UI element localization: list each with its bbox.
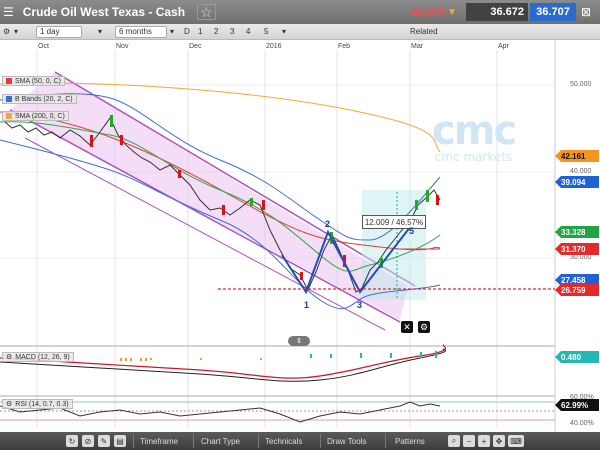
chart-canvas xyxy=(0,40,556,435)
legend-label: SMA (50, 0, C) xyxy=(15,77,61,85)
x-label-feb: Feb xyxy=(338,43,351,50)
separator xyxy=(320,434,321,448)
price-chart[interactable]: Oct Nov Dec 2016 Feb Mar Apr SMA (50, 0,… xyxy=(0,40,600,435)
measure-label[interactable]: 12.009 / 46.57% xyxy=(362,215,426,229)
delete-drawing-icon[interactable]: ✕ xyxy=(401,321,413,333)
price-change: -22.19% xyxy=(408,6,446,18)
interval-select[interactable]: 1 day xyxy=(36,25,82,38)
settings-icon: ⚙ xyxy=(6,401,13,408)
interval-dropdown-icon[interactable]: ▾ xyxy=(98,27,102,36)
keyboard-icon[interactable]: ⌨ xyxy=(508,435,524,447)
zoom-out-icon[interactable]: − xyxy=(463,435,475,447)
legend-bbands[interactable]: B Bands (20, 2, C) xyxy=(2,94,77,104)
legend-label: MACD (12, 26, 9) xyxy=(15,353,70,361)
settings-icon: ⚙ xyxy=(6,354,13,361)
range-4-button[interactable]: 4 xyxy=(246,27,258,36)
close-icon[interactable]: ⊠ xyxy=(581,5,591,19)
range-dropdown-icon[interactable]: ▾ xyxy=(170,27,174,36)
y-label: 30.000 xyxy=(570,254,592,261)
range-select[interactable]: 6 months xyxy=(115,25,167,38)
separator xyxy=(258,434,259,448)
range-5-button[interactable]: 5 xyxy=(264,27,276,36)
zoom-icon[interactable]: ⌕ xyxy=(448,435,460,447)
chevron-down-icon[interactable]: ▾ xyxy=(282,27,286,36)
chart-toolbar: ⚙ ▾ 1 day ▾ 6 months ▾ D 1 2 3 4 5 ▾ Rel… xyxy=(0,24,600,40)
x-label-apr: Apr xyxy=(498,43,509,50)
price-tag-rsi: 62.99% xyxy=(555,399,599,411)
range-1-button[interactable]: 1 xyxy=(198,27,210,36)
rsi-level-40: 40.00% xyxy=(570,420,594,427)
cmc-logo: cmc cmc markets xyxy=(432,108,517,164)
timeframe-button[interactable]: Timeframe xyxy=(140,435,178,447)
x-label-nov: Nov xyxy=(116,43,129,50)
wave-label-2: 2 xyxy=(325,219,331,229)
trend-icon: ▼ xyxy=(447,6,457,18)
swatch-icon xyxy=(6,96,12,102)
title-bar: ☰ Crude Oil West Texas - Cash ☆ -22.19% … xyxy=(0,0,600,24)
favourite-star-icon[interactable]: ☆ xyxy=(197,4,216,20)
price-tag-bb-upper: 39.094 xyxy=(555,176,599,188)
draw-icon[interactable]: ✎ xyxy=(98,435,110,447)
technicals-button[interactable]: Technicals xyxy=(265,435,302,447)
price-tag-bb-mid: 33.328 xyxy=(555,226,599,238)
refresh-icon[interactable]: ↻ xyxy=(66,435,78,447)
legend-label: B Bands (20, 2, C) xyxy=(15,95,73,103)
range-value: 6 months xyxy=(119,26,152,36)
separator xyxy=(193,434,194,448)
wave-label-1: 1 xyxy=(304,300,310,310)
wave-label-3: 3 xyxy=(357,300,363,310)
range-2-button[interactable]: 2 xyxy=(214,27,226,36)
instrument-title: Crude Oil West Texas - Cash xyxy=(22,5,186,19)
y-label: 40.000 xyxy=(570,168,592,175)
legend-label: SMA (200, 0, C) xyxy=(15,112,65,120)
settings-icon[interactable]: ⚙ xyxy=(3,27,10,36)
separator xyxy=(133,434,134,448)
legend-label: RSI (14, 0.7, 0.3) xyxy=(15,400,69,408)
price-tag-support: 26.759 xyxy=(555,284,599,296)
swatch-icon xyxy=(6,78,12,84)
interval-value: 1 day xyxy=(40,26,60,36)
price-tag-sma200: 42.161 xyxy=(555,150,599,162)
panel-resize-handle[interactable]: ⇕ xyxy=(288,336,310,346)
x-label-oct: Oct xyxy=(38,43,49,50)
price-tag-sma50: 31.370 xyxy=(555,243,599,255)
buy-button[interactable]: 36.707 xyxy=(530,3,576,21)
x-label-2016: 2016 xyxy=(266,43,282,50)
separator xyxy=(385,434,386,448)
no-entry-icon[interactable]: ⊘ xyxy=(82,435,94,447)
price-tag-macd: 0.480 xyxy=(555,351,599,363)
related-button[interactable]: Related xyxy=(410,27,438,36)
legend-macd[interactable]: ⚙ MACD (12, 26, 9) xyxy=(2,352,74,362)
swatch-icon xyxy=(6,113,12,119)
drawing-settings-icon[interactable]: ⚙ xyxy=(418,321,430,333)
draw-tools-button[interactable]: Draw Tools xyxy=(327,435,366,447)
day-button[interactable]: D xyxy=(184,27,190,36)
legend-rsi[interactable]: ⚙ RSI (14, 0.7, 0.3) xyxy=(2,399,73,409)
wave-label-5: 5 xyxy=(409,226,415,236)
patterns-button[interactable]: Patterns xyxy=(395,435,425,447)
x-label-mar: Mar xyxy=(411,43,424,50)
menu-icon[interactable]: ☰ xyxy=(0,5,17,19)
legend-sma50[interactable]: SMA (50, 0, C) xyxy=(2,76,65,86)
zoom-in-icon[interactable]: + xyxy=(478,435,490,447)
x-label-dec: Dec xyxy=(189,43,202,50)
bottom-toolbar: ↻ ⊘ ✎ ▤ Timeframe Chart Type Technicals … xyxy=(0,432,600,450)
chevron-down-icon[interactable]: ▾ xyxy=(14,27,18,36)
y-label: 50.000 xyxy=(570,81,592,88)
legend-sma200[interactable]: SMA (200, 0, C) xyxy=(2,111,69,121)
sell-button[interactable]: 36.672 xyxy=(466,3,528,21)
chart-type-button[interactable]: Chart Type xyxy=(201,435,240,447)
print-icon[interactable]: ▤ xyxy=(114,435,126,447)
fullscreen-icon[interactable]: ✥ xyxy=(493,435,505,447)
range-3-button[interactable]: 3 xyxy=(230,27,242,36)
